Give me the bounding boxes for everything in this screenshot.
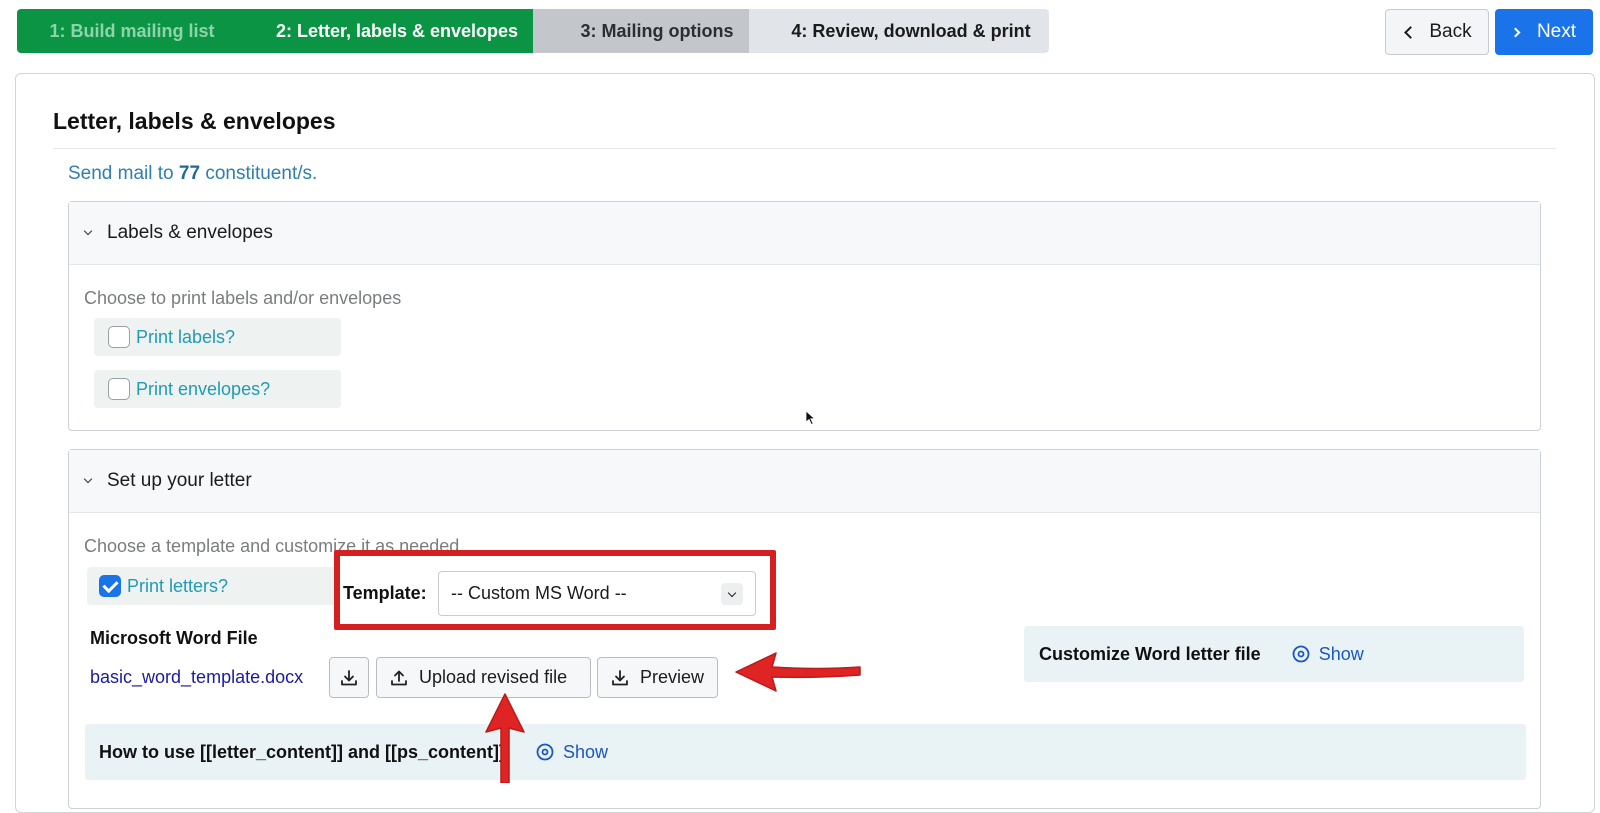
download-file-button[interactable] xyxy=(329,657,369,698)
print-labels-option[interactable]: Print labels? xyxy=(94,318,341,356)
template-label: Template: xyxy=(343,583,427,603)
next-button[interactable]: Next xyxy=(1495,9,1593,55)
download-icon xyxy=(610,668,630,688)
next-button-label: Next xyxy=(1536,21,1577,42)
chevron-left-icon xyxy=(1404,25,1418,39)
letter-setup-title: Set up your letter xyxy=(107,470,252,491)
howto-show-label: Show xyxy=(563,741,609,762)
upload-button-label: Upload revised file xyxy=(419,667,568,687)
print-envelopes-checkbox[interactable] xyxy=(108,378,130,400)
back-button-label: Back xyxy=(1429,21,1472,42)
print-labels-label[interactable]: Print labels? xyxy=(136,327,235,348)
template-select[interactable]: -- Custom MS Word -- xyxy=(438,571,756,616)
print-letters-label[interactable]: Print letters? xyxy=(127,576,228,597)
send-suffix: constituent/s. xyxy=(205,163,318,184)
download-icon xyxy=(339,668,359,688)
send-mail-summary: Send mail to 77 constituent/s. xyxy=(68,163,317,185)
print-letters-checkbox[interactable] xyxy=(99,575,121,597)
step-mailing-options[interactable]: 3: Mailing options xyxy=(533,9,773,53)
print-labels-checkbox[interactable] xyxy=(108,326,130,348)
howto-bar: How to use [[letter_content]] and [[ps_c… xyxy=(85,724,1526,780)
eye-icon xyxy=(536,743,554,761)
chevron-down-icon xyxy=(69,474,107,484)
letter-setup-header[interactable]: Set up your letter xyxy=(69,450,1540,513)
chevron-down-icon xyxy=(69,226,107,236)
print-letters-option[interactable]: Print letters? xyxy=(87,567,337,605)
customize-word-bar: Customize Word letter file Show xyxy=(1024,626,1524,682)
word-file-link[interactable]: basic_word_template.docx xyxy=(90,667,303,688)
chevron-right-icon xyxy=(1510,27,1521,37)
print-envelopes-label[interactable]: Print envelopes? xyxy=(136,379,270,400)
labels-help-text: Choose to print labels and/or envelopes xyxy=(84,288,402,308)
labels-envelopes-title: Labels & envelopes xyxy=(107,222,273,243)
step-letter-labels-envelopes[interactable]: 2: Letter, labels & envelopes xyxy=(245,9,557,53)
word-file-title: Microsoft Word File xyxy=(90,628,258,648)
chevron-down-icon xyxy=(721,583,743,605)
template-selected-value: -- Custom MS Word -- xyxy=(451,583,627,603)
print-envelopes-option[interactable]: Print envelopes? xyxy=(94,370,341,408)
arrow-annotation-left xyxy=(735,652,861,692)
step-review-download-print[interactable]: 4: Review, download & print xyxy=(749,9,1049,53)
step-build-mailing-list[interactable]: 1: Build mailing list xyxy=(17,9,257,53)
page-title: Letter, labels & envelopes xyxy=(53,108,336,134)
mouse-cursor-icon xyxy=(805,410,816,426)
customize-show-toggle[interactable]: Show xyxy=(1291,644,1364,665)
howto-show-toggle[interactable]: Show xyxy=(535,742,608,763)
send-prefix: Send mail to xyxy=(68,163,174,184)
constituent-count: 77 xyxy=(178,163,201,184)
customize-word-title: Customize Word letter file xyxy=(1039,643,1261,664)
arrow-annotation-up xyxy=(485,693,525,783)
customize-show-label: Show xyxy=(1318,643,1364,664)
labels-envelopes-header[interactable]: Labels & envelopes xyxy=(69,202,1540,265)
letter-help-text: Choose a template and customize it as ne… xyxy=(84,536,460,556)
preview-button[interactable]: Preview xyxy=(597,657,718,698)
wizard-steps: 1: Build mailing list 2: Letter, labels … xyxy=(17,9,1083,53)
howto-title: How to use [[letter_content]] and [[ps_c… xyxy=(99,741,505,762)
back-button[interactable]: Back xyxy=(1385,9,1489,55)
preview-button-label: Preview xyxy=(640,667,705,687)
upload-icon xyxy=(389,668,409,688)
title-divider xyxy=(53,148,1556,149)
eye-icon xyxy=(1292,645,1310,663)
